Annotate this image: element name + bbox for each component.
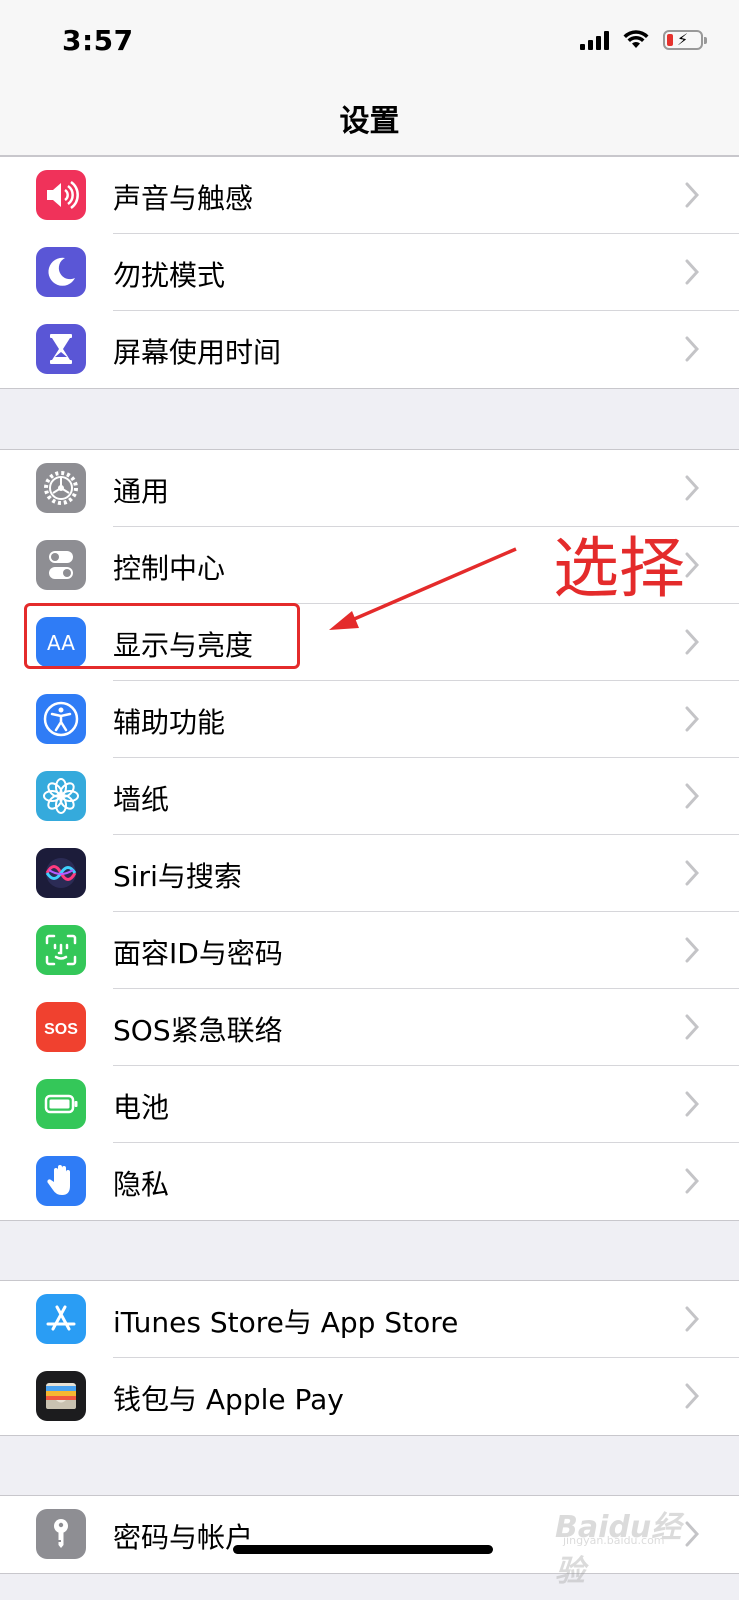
settings-row-siri-search[interactable]: Siri与搜索 [0,835,739,912]
battery-icon [36,1079,86,1129]
cellular-signal-icon [580,30,609,50]
chevron-right-icon [685,629,699,655]
face-id-icon [36,925,86,975]
chevron-right-icon [685,1306,699,1332]
settings-row-label: iTunes Store与 App Store [113,1306,459,1339]
settings-row-label: 面容ID与密码 [113,937,283,970]
chevron-right-icon [685,783,699,809]
wallet-icon [36,1371,86,1421]
status-icons: ⚡ [580,30,707,50]
settings-row-label: 通用 [113,475,170,508]
hand-icon [36,1156,86,1206]
settings-row-wallpaper[interactable]: 墙纸 [0,758,739,835]
accessibility-icon [36,694,86,744]
chevron-right-icon [685,475,699,501]
settings-row-accessibility[interactable]: 辅助功能 [0,681,739,758]
settings-row-privacy[interactable]: 隐私 [0,1143,739,1220]
settings-row-sounds[interactable]: 声音与触感 [0,157,739,234]
settings-row-itunes-app-store[interactable]: iTunes Store与 App Store [0,1281,739,1358]
settings-row-label: 密码与帐户 [113,1521,254,1554]
speaker-icon [36,170,86,220]
settings-row-label: 控制中心 [113,552,226,585]
settings-row-screen-time[interactable]: 屏幕使用时间 [0,311,739,388]
settings-row-label: 钱包与 Apple Pay [113,1383,344,1416]
settings-row-battery[interactable]: 电池 [0,1066,739,1143]
chevron-right-icon [685,1383,699,1409]
chevron-right-icon [685,1091,699,1117]
chevron-right-icon [685,1014,699,1040]
chevron-right-icon [685,706,699,732]
settings-row-label: 声音与触感 [113,182,254,215]
siri-icon [36,848,86,898]
settings-row-wallet-apple-pay[interactable]: 钱包与 Apple Pay [0,1358,739,1435]
wifi-icon [623,30,649,48]
moon-icon [36,247,86,297]
settings-row-label: 电池 [113,1091,170,1124]
watermark-url: jingyan.baidu.com [563,1534,665,1547]
settings-row-label: SOS紧急联络 [113,1014,283,1047]
toggle-switches-icon [36,540,86,590]
settings-row-emergency-sos[interactable]: SOS SOS紧急联络 [0,989,739,1066]
settings-row-label: 墙纸 [113,783,170,816]
chevron-right-icon [685,860,699,886]
chevron-right-icon [685,937,699,963]
settings-row-do-not-disturb[interactable]: 勿扰模式 [0,234,739,311]
watermark: Baidu经验 jingyan.baidu.com [555,1496,695,1589]
annotation-label: 选择 [553,530,685,607]
key-icon [36,1509,86,1559]
settings-row-label: 辅助功能 [113,706,226,739]
flower-icon [36,771,86,821]
settings-group-3: iTunes Store与 App Store 钱包与 Apple Pay [0,1280,739,1436]
status-time: 3:57 [62,24,134,57]
chevron-right-icon [685,552,699,578]
hourglass-icon [36,324,86,374]
highlight-box [24,603,300,669]
chevron-right-icon [685,336,699,362]
settings-row-label: 勿扰模式 [113,259,226,292]
settings-row-label: 隐私 [113,1168,170,1201]
home-indicator[interactable] [233,1545,493,1554]
gear-icon [36,463,86,513]
page-title: 设置 [339,104,400,139]
chevron-right-icon [685,182,699,208]
app-store-icon [36,1294,86,1344]
chevron-right-icon [685,259,699,285]
battery-charging-icon: ⚡ [663,30,707,50]
settings-row-label: 屏幕使用时间 [113,336,282,369]
settings-row-label: Siri与搜索 [113,860,242,893]
settings-group-1: 声音与触感 勿扰模式 屏幕使用时间 [0,156,739,389]
icon-text-sos: SOS [44,1021,78,1038]
chevron-right-icon [685,1168,699,1194]
navigation-bar: 设置 [0,88,739,156]
settings-row-face-id[interactable]: 面容ID与密码 [0,912,739,989]
sos-icon: SOS [36,1002,86,1052]
status-bar: 3:57 ⚡ [0,0,739,88]
